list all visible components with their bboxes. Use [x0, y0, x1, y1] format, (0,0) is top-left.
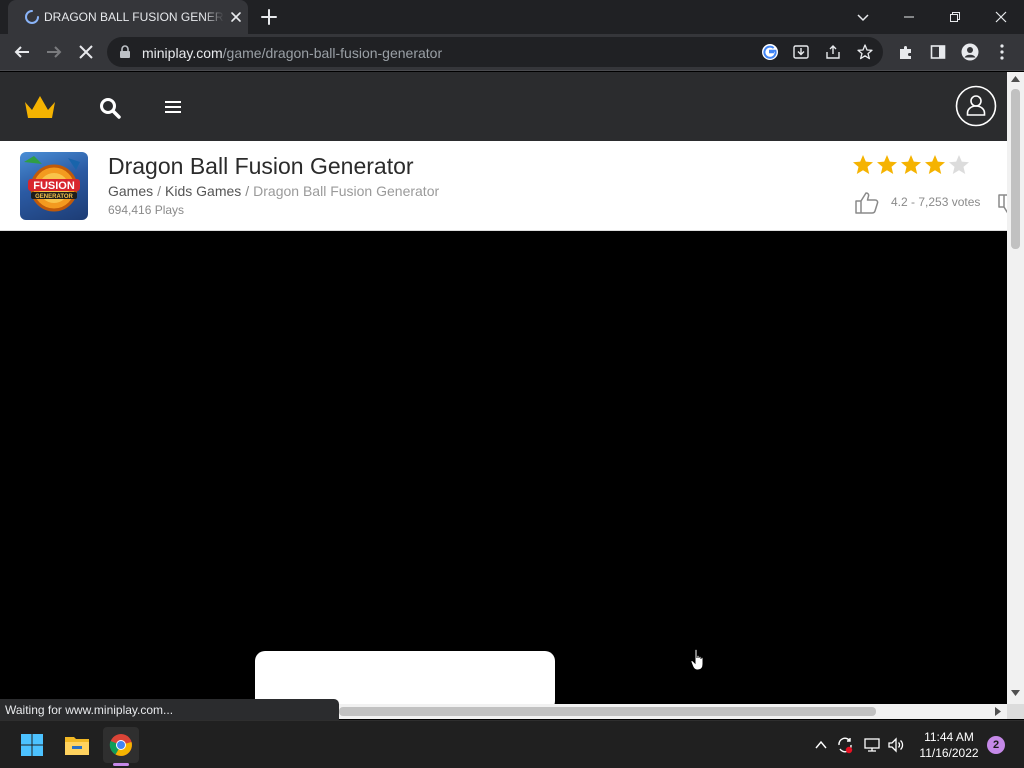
- scroll-down-icon[interactable]: [1011, 690, 1020, 696]
- star-rating[interactable]: [852, 154, 970, 176]
- breadcrumb-games[interactable]: Games: [108, 183, 153, 199]
- new-tab-icon[interactable]: [259, 7, 279, 27]
- site-header: [0, 72, 1007, 141]
- chevron-up-icon: [815, 740, 827, 749]
- game-canvas[interactable]: [0, 231, 1007, 711]
- taskbar-clock[interactable]: 11:44 AM 11/16/2022: [913, 729, 985, 761]
- side-panel-button[interactable]: [926, 40, 950, 64]
- sync-tray-button[interactable]: [836, 736, 854, 754]
- user-account-button[interactable]: [955, 85, 997, 127]
- side-panel-icon: [930, 45, 946, 59]
- breadcrumb-kids-games[interactable]: Kids Games: [165, 183, 241, 199]
- kebab-menu-icon: [1000, 44, 1004, 60]
- vertical-scrollbar[interactable]: [1007, 72, 1024, 704]
- svg-text:GENERATOR: GENERATOR: [35, 194, 73, 200]
- network-tray-button[interactable]: [863, 736, 881, 754]
- puzzle-icon: [900, 46, 911, 59]
- close-icon: [995, 11, 1007, 23]
- scroll-right-icon[interactable]: [995, 707, 1001, 716]
- windows-logo-icon: [21, 734, 43, 756]
- chrome-icon: [109, 734, 132, 756]
- user-icon: [955, 85, 997, 127]
- game-thumbnail[interactable]: FUSION GENERATOR: [20, 152, 88, 220]
- browser-tab[interactable]: DRAGON BALL FUSION GENERATOR: [8, 0, 248, 34]
- bookmark-star-icon[interactable]: [856, 43, 874, 61]
- back-button[interactable]: [10, 40, 34, 64]
- start-button[interactable]: [14, 727, 50, 763]
- install-app-icon[interactable]: [792, 43, 810, 61]
- lock-icon[interactable]: [119, 45, 131, 59]
- minimize-button[interactable]: [886, 0, 932, 34]
- volume-tray-button[interactable]: [887, 736, 905, 754]
- thumbs-up-icon[interactable]: [854, 191, 880, 215]
- google-icon[interactable]: [761, 43, 779, 61]
- scroll-up-icon[interactable]: [1011, 76, 1020, 82]
- url-text: miniplay.com/game/dragon-ball-fusion-gen…: [142, 45, 443, 61]
- menu-button[interactable]: [990, 40, 1014, 64]
- rating-votes: 4.2 - 7,253 votes: [891, 195, 981, 209]
- loading-spinner-icon: [25, 10, 39, 24]
- game-info-bar: FUSION GENERATOR Dragon Ball Fusion Gene…: [0, 141, 1007, 231]
- vertical-scroll-thumb[interactable]: [1011, 89, 1020, 249]
- restore-button[interactable]: [932, 0, 978, 34]
- stop-loading-button[interactable]: [74, 40, 98, 64]
- breadcrumb-current: Dragon Ball Fusion Generator: [253, 183, 440, 199]
- chevron-down-icon: [857, 14, 869, 22]
- profile-icon: [961, 43, 979, 61]
- thumbs-down-icon[interactable]: [997, 193, 1007, 217]
- chrome-taskbar-button[interactable]: [103, 727, 139, 763]
- show-hidden-icons-button[interactable]: [812, 736, 830, 754]
- scrollbar-corner: [1007, 704, 1024, 719]
- file-explorer-button[interactable]: [59, 727, 95, 763]
- hamburger-menu-button[interactable]: [162, 97, 184, 117]
- speaker-icon: [888, 737, 904, 753]
- restore-icon: [950, 12, 960, 22]
- star-icon[interactable]: [876, 154, 898, 176]
- arrow-left-icon: [14, 46, 29, 58]
- star-icon[interactable]: [852, 154, 874, 176]
- network-icon: [864, 738, 880, 752]
- clock-date: 11/16/2022: [919, 746, 979, 760]
- breadcrumb: Games / Kids Games / Dragon Ball Fusion Gene…: [108, 183, 440, 199]
- star-icon[interactable]: [924, 154, 946, 176]
- notification-badge[interactable]: 2: [987, 736, 1005, 754]
- clock-time: 11:44 AM: [924, 730, 974, 744]
- tab-search-button[interactable]: [840, 0, 886, 34]
- fusion-generator-logo: FUSION GENERATOR: [24, 156, 80, 212]
- star-icon[interactable]: [900, 154, 922, 176]
- browser-toolbar: miniplay.com/game/dragon-ball-fusion-gen…: [0, 34, 1024, 71]
- extensions-button[interactable]: [894, 40, 918, 64]
- play-count: 694,416 Plays: [108, 203, 185, 217]
- address-bar[interactable]: miniplay.com/game/dragon-ball-fusion-gen…: [107, 37, 883, 67]
- horizontal-scroll-thumb[interactable]: [339, 707, 876, 716]
- sync-icon: [838, 737, 853, 754]
- search-icon: [100, 98, 121, 119]
- search-button[interactable]: [98, 96, 122, 120]
- share-icon[interactable]: [824, 43, 842, 61]
- browser-tab-strip: DRAGON BALL FUSION GENERATOR: [0, 0, 1024, 34]
- arrow-right-icon: [47, 46, 62, 58]
- tab-title: DRAGON BALL FUSION GENERATOR: [44, 10, 224, 24]
- hand-cursor-icon: [690, 648, 704, 671]
- minimize-icon: [904, 16, 914, 18]
- close-window-button[interactable]: [978, 0, 1024, 34]
- status-bubble: Waiting for www.miniplay.com...: [0, 699, 339, 720]
- stop-icon: [79, 45, 93, 59]
- folder-icon: [65, 737, 89, 755]
- hamburger-icon: [165, 101, 181, 113]
- active-app-indicator: [113, 763, 129, 766]
- game-title: Dragon Ball Fusion Generator: [108, 153, 414, 179]
- svg-text:FUSION: FUSION: [33, 180, 75, 192]
- profile-button[interactable]: [958, 40, 982, 64]
- forward-button[interactable]: [42, 40, 66, 64]
- vote-row: 4.2 - 7,253 votes: [854, 191, 1007, 217]
- site-logo[interactable]: [22, 92, 58, 122]
- close-tab-icon[interactable]: [228, 9, 244, 25]
- crown-icon: [25, 96, 55, 118]
- taskbar: 11:44 AM 11/16/2022 2: [0, 720, 1024, 768]
- star-empty-icon[interactable]: [948, 154, 970, 176]
